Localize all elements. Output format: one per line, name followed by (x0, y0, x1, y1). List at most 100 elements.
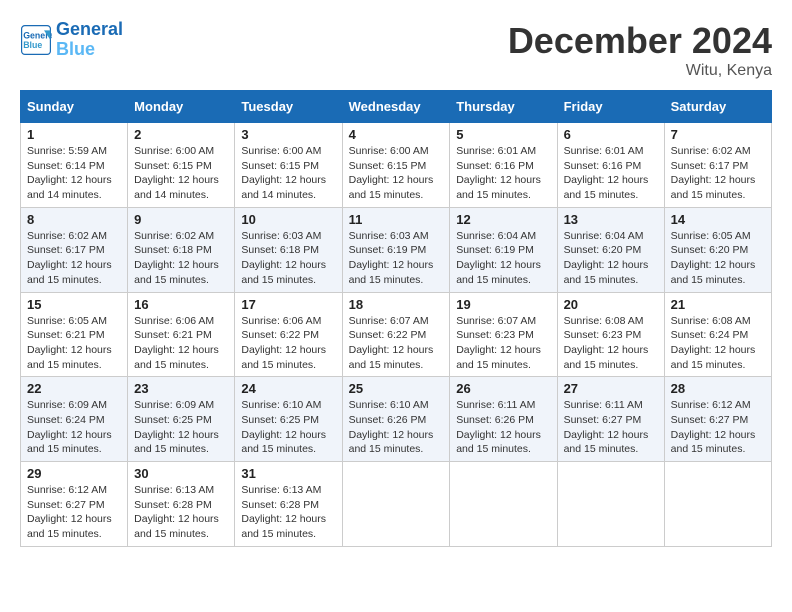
calendar-cell: 17Sunrise: 6:06 AMSunset: 6:22 PMDayligh… (235, 292, 342, 377)
calendar-cell: 1 Sunrise: 5:59 AMSunset: 6:14 PMDaylight… (21, 123, 128, 208)
day-info: Sunrise: 6:04 AMSunset: 6:19 PMDaylight:… (456, 229, 550, 288)
day-info: Sunrise: 6:06 AMSunset: 6:21 PMDaylight:… (134, 314, 228, 373)
day-number: 7 (671, 127, 765, 142)
calendar-cell: 21Sunrise: 6:08 AMSunset: 6:24 PMDayligh… (664, 292, 771, 377)
day-info: Sunrise: 6:02 AMSunset: 6:18 PMDaylight:… (134, 229, 228, 288)
location: Witu, Kenya (508, 62, 772, 80)
day-number: 15 (27, 297, 121, 312)
calendar-cell (342, 462, 450, 547)
calendar-cell: 9 Sunrise: 6:02 AMSunset: 6:18 PMDaylight… (128, 207, 235, 292)
day-info: Sunrise: 6:07 AMSunset: 6:23 PMDaylight:… (456, 314, 550, 373)
calendar-cell: 6Sunrise: 6:01 AMSunset: 6:16 PMDaylight… (557, 123, 664, 208)
day-info: Sunrise: 6:02 AMSunset: 6:17 PMDaylight:… (671, 144, 765, 203)
day-number: 22 (27, 381, 121, 396)
calendar-cell: 12 Sunrise: 6:04 AMSunset: 6:19 PMDayligh… (450, 207, 557, 292)
weekday-header: Sunday (21, 91, 128, 123)
calendar-cell: 16 Sunrise: 6:06 AMSunset: 6:21 PMDayligh… (128, 292, 235, 377)
logo: General Blue GeneralBlue (20, 20, 123, 60)
day-info: Sunrise: 6:10 AMSunset: 6:25 PMDaylight:… (241, 398, 335, 457)
day-number: 20 (564, 297, 658, 312)
weekday-header: Friday (557, 91, 664, 123)
title-area: December 2024 Witu, Kenya (508, 20, 772, 80)
page-header: General Blue GeneralBlue December 2024 W… (20, 20, 772, 80)
calendar-cell (450, 462, 557, 547)
day-info: Sunrise: 6:12 AMSunset: 6:27 PMDaylight:… (671, 398, 765, 457)
day-info: Sunrise: 6:04 AMSunset: 6:20 PMDaylight:… (564, 229, 658, 288)
day-number: 6 (564, 127, 658, 142)
day-number: 23 (134, 381, 228, 396)
day-number: 27 (564, 381, 658, 396)
day-number: 31 (241, 466, 335, 481)
calendar-cell: 22 Sunrise: 6:09 AMSunset: 6:24 PMDayligh… (21, 377, 128, 462)
day-info: Sunrise: 6:07 AMSunset: 6:22 PMDaylight:… (349, 314, 444, 373)
day-number: 4 (349, 127, 444, 142)
day-number: 25 (349, 381, 444, 396)
calendar-cell: 31 Sunrise: 6:13 AMSunset: 6:28 PMDayligh… (235, 462, 342, 547)
calendar-cell: 18Sunrise: 6:07 AMSunset: 6:22 PMDayligh… (342, 292, 450, 377)
day-number: 1 (27, 127, 121, 142)
day-number: 19 (456, 297, 550, 312)
day-info: Sunrise: 6:10 AMSunset: 6:26 PMDaylight:… (349, 398, 444, 457)
day-number: 9 (134, 212, 228, 227)
weekday-header: Tuesday (235, 91, 342, 123)
day-info: Sunrise: 6:09 AMSunset: 6:25 PMDaylight:… (134, 398, 228, 457)
calendar-cell: 5Sunrise: 6:01 AMSunset: 6:16 PMDaylight… (450, 123, 557, 208)
day-info: Sunrise: 6:13 AMSunset: 6:28 PMDaylight:… (241, 483, 335, 542)
calendar-cell: 27 Sunrise: 6:11 AMSunset: 6:27 PMDayligh… (557, 377, 664, 462)
day-number: 5 (456, 127, 550, 142)
day-info: Sunrise: 6:12 AMSunset: 6:27 PMDaylight:… (27, 483, 121, 542)
calendar-cell: 2 Sunrise: 6:00 AMSunset: 6:15 PMDaylight… (128, 123, 235, 208)
weekday-header: Saturday (664, 91, 771, 123)
day-number: 3 (241, 127, 335, 142)
day-number: 28 (671, 381, 765, 396)
calendar-week-row: 8Sunrise: 6:02 AMSunset: 6:17 PMDaylight… (21, 207, 772, 292)
day-info: Sunrise: 6:11 AMSunset: 6:26 PMDaylight:… (456, 398, 550, 457)
weekday-header: Monday (128, 91, 235, 123)
day-info: Sunrise: 6:11 AMSunset: 6:27 PMDaylight:… (564, 398, 658, 457)
calendar-cell: 8Sunrise: 6:02 AMSunset: 6:17 PMDaylight… (21, 207, 128, 292)
day-info: Sunrise: 6:00 AMSunset: 6:15 PMDaylight:… (241, 144, 335, 203)
day-number: 11 (349, 212, 444, 227)
calendar-week-row: 1 Sunrise: 5:59 AMSunset: 6:14 PMDaylight… (21, 123, 772, 208)
day-number: 2 (134, 127, 228, 142)
day-number: 14 (671, 212, 765, 227)
weekday-header-row: SundayMondayTuesdayWednesdayThursdayFrid… (21, 91, 772, 123)
calendar-cell: 20 Sunrise: 6:08 AMSunset: 6:23 PMDayligh… (557, 292, 664, 377)
day-number: 26 (456, 381, 550, 396)
day-info: Sunrise: 6:09 AMSunset: 6:24 PMDaylight:… (27, 398, 121, 457)
day-info: Sunrise: 5:59 AMSunset: 6:14 PMDaylight:… (27, 144, 121, 203)
calendar-cell: 10 Sunrise: 6:03 AMSunset: 6:18 PMDayligh… (235, 207, 342, 292)
calendar-cell (664, 462, 771, 547)
calendar-week-row: 22 Sunrise: 6:09 AMSunset: 6:24 PMDayligh… (21, 377, 772, 462)
calendar-cell: 7 Sunrise: 6:02 AMSunset: 6:17 PMDaylight… (664, 123, 771, 208)
calendar-cell: 3 Sunrise: 6:00 AMSunset: 6:15 PMDaylight… (235, 123, 342, 208)
calendar-cell: 11Sunrise: 6:03 AMSunset: 6:19 PMDayligh… (342, 207, 450, 292)
day-info: Sunrise: 6:13 AMSunset: 6:28 PMDaylight:… (134, 483, 228, 542)
calendar-cell: 14 Sunrise: 6:05 AMSunset: 6:20 PMDayligh… (664, 207, 771, 292)
day-info: Sunrise: 6:08 AMSunset: 6:23 PMDaylight:… (564, 314, 658, 373)
day-number: 8 (27, 212, 121, 227)
svg-text:Blue: Blue (23, 40, 42, 50)
day-info: Sunrise: 6:00 AMSunset: 6:15 PMDaylight:… (134, 144, 228, 203)
day-info: Sunrise: 6:03 AMSunset: 6:18 PMDaylight:… (241, 229, 335, 288)
calendar-cell: 19 Sunrise: 6:07 AMSunset: 6:23 PMDayligh… (450, 292, 557, 377)
calendar-cell: 30Sunrise: 6:13 AMSunset: 6:28 PMDayligh… (128, 462, 235, 547)
calendar-cell: 23 Sunrise: 6:09 AMSunset: 6:25 PMDayligh… (128, 377, 235, 462)
calendar-cell: 13Sunrise: 6:04 AMSunset: 6:20 PMDayligh… (557, 207, 664, 292)
calendar-cell: 26 Sunrise: 6:11 AMSunset: 6:26 PMDayligh… (450, 377, 557, 462)
weekday-header: Thursday (450, 91, 557, 123)
calendar-cell: 28 Sunrise: 6:12 AMSunset: 6:27 PMDayligh… (664, 377, 771, 462)
day-number: 10 (241, 212, 335, 227)
month-title: December 2024 (508, 20, 772, 62)
logo-text: GeneralBlue (56, 20, 123, 60)
calendar-cell: 15Sunrise: 6:05 AMSunset: 6:21 PMDayligh… (21, 292, 128, 377)
day-number: 29 (27, 466, 121, 481)
day-info: Sunrise: 6:05 AMSunset: 6:20 PMDaylight:… (671, 229, 765, 288)
calendar-cell: 4Sunrise: 6:00 AMSunset: 6:15 PMDaylight… (342, 123, 450, 208)
calendar-week-row: 29 Sunrise: 6:12 AMSunset: 6:27 PMDayligh… (21, 462, 772, 547)
calendar-week-row: 15Sunrise: 6:05 AMSunset: 6:21 PMDayligh… (21, 292, 772, 377)
day-number: 17 (241, 297, 335, 312)
day-number: 16 (134, 297, 228, 312)
calendar-cell: 24Sunrise: 6:10 AMSunset: 6:25 PMDayligh… (235, 377, 342, 462)
day-number: 12 (456, 212, 550, 227)
